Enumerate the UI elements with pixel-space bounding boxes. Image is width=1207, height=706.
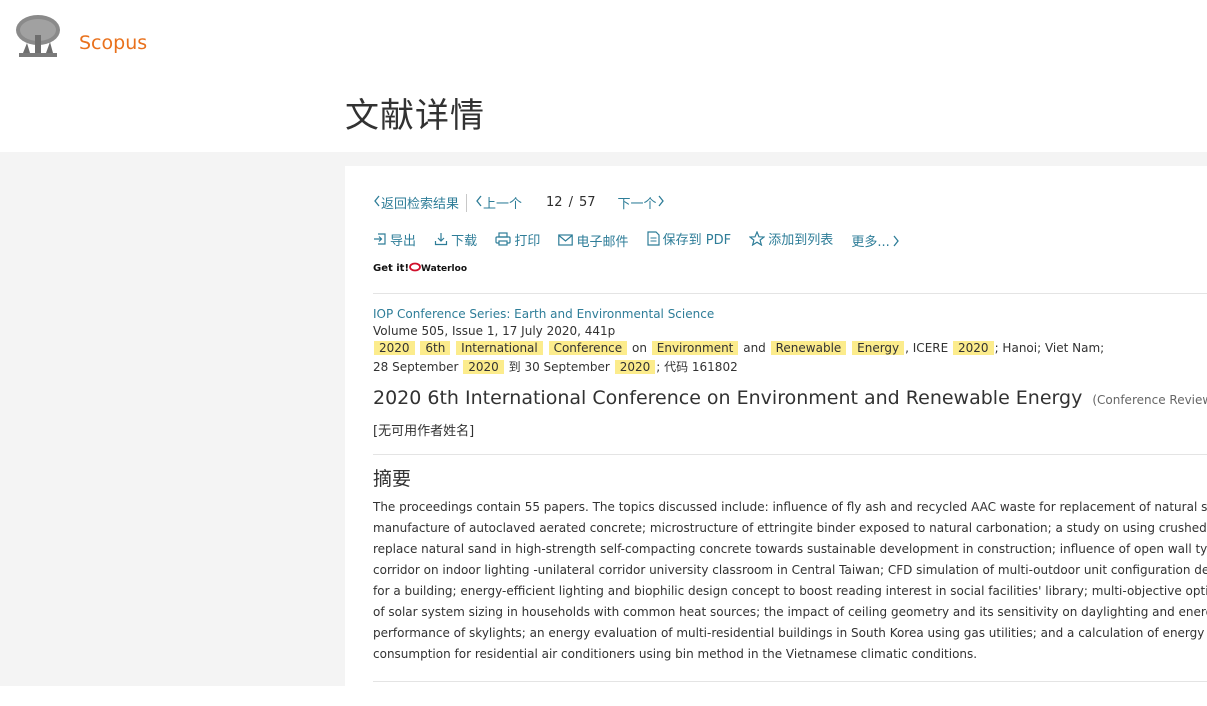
conference-dates: 28 September 2020 到 30 September 2020; 代…	[373, 358, 738, 375]
highlight-term: 2020	[374, 341, 415, 355]
conference-word: on	[631, 341, 647, 355]
print-button[interactable]: 打印	[495, 230, 540, 249]
email-button[interactable]: 电子邮件	[558, 231, 628, 250]
waterloo-swirl-icon	[409, 262, 421, 272]
abstract-line: manufacture of autoclaved aerated concre…	[373, 521, 1207, 535]
add-to-list-label: 添加到列表	[768, 233, 834, 248]
current-index: 12	[546, 195, 563, 210]
highlight-term: Environment	[651, 341, 739, 355]
chevron-right-icon	[893, 235, 899, 246]
page-header: Scopus 文献详情	[0, 0, 1207, 152]
institution-label: Waterloo	[421, 264, 468, 274]
abstract-line: The proceedings contain 55 papers. The t…	[373, 500, 1207, 514]
highlight-term: Conference	[548, 341, 628, 355]
export-button[interactable]: 导出	[373, 230, 416, 249]
elsevier-logo-icon[interactable]	[13, 13, 63, 59]
authors: [无可用作者姓名]	[373, 424, 475, 439]
divider	[373, 681, 1207, 682]
export-label: 导出	[390, 233, 417, 249]
abstract-line: performance of skylights; an energy eval…	[373, 626, 1205, 640]
abstract-line: replace natural sand in high-strength se…	[373, 542, 1207, 556]
download-icon	[435, 233, 448, 246]
source-title-link[interactable]: IOP Conference Series: Earth and Environ…	[373, 307, 714, 321]
envelope-icon	[558, 234, 574, 246]
volume-info: Volume 505, Issue 1, 17 July 2020, 441p	[373, 324, 616, 338]
download-label: 下载	[451, 233, 478, 249]
highlight-term: 6th	[420, 341, 451, 355]
more-button[interactable]: 更多...	[851, 231, 902, 250]
save-pdf-button[interactable]: 保存到 PDF	[647, 229, 731, 248]
highlight-term: International	[456, 341, 543, 355]
abstract-line: consumption for residential air conditio…	[373, 647, 978, 661]
download-button[interactable]: 下载	[434, 230, 477, 249]
abstract-text: The proceedings contain 55 papers. The t…	[373, 497, 1207, 665]
abstract-line: for a building; energy-efficient lightin…	[373, 584, 1207, 598]
back-to-results-link[interactable]: 返回检索结果	[373, 193, 459, 212]
get-it-waterloo-link[interactable]: Get it! Waterloo	[373, 262, 467, 274]
abstract-heading: 摘要	[373, 468, 412, 490]
highlight-term: Energy	[852, 341, 905, 355]
back-to-results-label: 返回检索结果	[381, 197, 460, 212]
export-icon	[374, 233, 386, 245]
document-title: 2020 6th International Conference on Env…	[373, 387, 1207, 409]
next-label: 下一个	[617, 197, 657, 212]
print-label: 打印	[514, 233, 541, 249]
star-icon	[749, 231, 766, 246]
document-type: (Conference Review)	[1092, 393, 1207, 407]
nav-divider	[466, 193, 468, 212]
counter-slash: /	[568, 195, 573, 210]
highlight-term: 2020	[614, 360, 656, 374]
email-label: 电子邮件	[576, 234, 629, 250]
conference-location: ; Hanoi; Viet Nam;	[994, 341, 1105, 355]
highlight-term: 2020	[463, 360, 504, 374]
date-text: 28 September	[373, 360, 459, 374]
previous-link[interactable]: 上一个	[475, 193, 522, 212]
document-title-text: 2020 6th International Conference on Env…	[373, 387, 1083, 409]
conference-code: ; 代码 161802	[656, 360, 738, 374]
result-counter: 12 / 57	[546, 195, 595, 210]
add-to-list-button[interactable]: 添加到列表	[749, 229, 833, 248]
date-text: 到 30 September	[508, 360, 610, 374]
chevron-left-icon	[374, 195, 380, 207]
chevron-right-icon	[658, 195, 664, 207]
page-title: 文献详情	[345, 96, 485, 136]
more-label: 更多...	[851, 235, 890, 250]
get-it-label: Get it!	[373, 263, 410, 274]
divider	[373, 454, 1207, 455]
highlight-term: Renewable	[770, 341, 847, 355]
scopus-brand-link[interactable]: Scopus	[79, 32, 147, 54]
save-pdf-label: 保存到 PDF	[662, 233, 732, 248]
abstract-line: corridor on indoor lighting -unilateral …	[373, 563, 1207, 577]
conference-info: 2020 6th International Conference on Env…	[373, 341, 1104, 355]
conference-word: , ICERE	[905, 341, 949, 355]
divider	[373, 293, 1207, 294]
conference-word: and	[743, 341, 766, 355]
total-count: 57	[578, 195, 596, 210]
pdf-file-icon	[647, 231, 660, 246]
previous-label: 上一个	[483, 197, 523, 212]
printer-icon	[495, 232, 511, 246]
chevron-left-icon	[476, 195, 482, 207]
document-toolbar: 导出 下载 打印 电子邮件 保存到 PDF 添加到列表 更多...	[373, 229, 917, 250]
next-link[interactable]: 下一个	[618, 193, 665, 212]
abstract-line: of solar system sizing in households wit…	[373, 605, 1207, 619]
result-navigation: 返回检索结果 上一个 12 / 57 下一个	[373, 193, 665, 212]
highlight-term: 2020	[953, 341, 994, 355]
